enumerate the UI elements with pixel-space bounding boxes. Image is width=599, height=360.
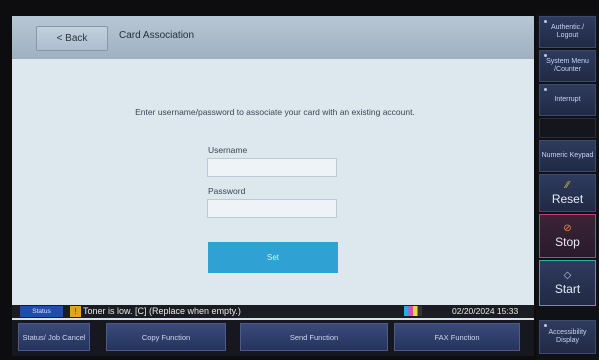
system-menu-label: System Menu /Counter: [546, 58, 589, 73]
status-job-cancel-button[interactable]: Status/ Job Cancel: [18, 323, 90, 351]
hard-key-panel: Authentic./ Logout System Menu /Counter …: [536, 14, 599, 360]
interrupt-key[interactable]: Interrupt: [539, 84, 596, 116]
start-icon: ◇: [563, 269, 572, 281]
reset-label: Reset: [551, 191, 584, 206]
touch-screen: < Back Card Association Enter username/p…: [12, 16, 534, 330]
copy-function-button[interactable]: Copy Function: [106, 323, 226, 351]
card-association-form: Enter username/password to associate you…: [12, 59, 534, 313]
start-label: Start: [554, 281, 581, 296]
set-button[interactable]: Set: [208, 242, 338, 273]
stop-icon: ⊘: [563, 222, 572, 234]
authentication-logout-key[interactable]: Authentic./ Logout: [539, 16, 596, 48]
indicator-led: [544, 88, 547, 91]
toner-warning-icon: !: [70, 306, 81, 317]
back-button[interactable]: < Back: [36, 26, 108, 51]
function-bar: Status/ Job Cancel Copy Function Send Fu…: [12, 320, 534, 356]
system-menu-key[interactable]: System Menu /Counter: [539, 50, 596, 82]
start-key[interactable]: ◇ Start: [539, 260, 596, 306]
reset-key[interactable]: ∕∕ Reset: [539, 174, 596, 212]
status-bar: Status ! Toner is low. [C] (Replace when…: [12, 305, 534, 318]
authentication-logout-label: Authentic./ Logout: [550, 24, 585, 39]
blank-key: [539, 118, 596, 138]
indicator-led: [544, 54, 547, 57]
indicator-led: [544, 20, 547, 23]
password-field[interactable]: [207, 199, 337, 218]
stop-label: Stop: [555, 234, 580, 249]
reset-icon: ∕∕: [565, 179, 570, 191]
date-time: 02/20/2024 15:33: [452, 306, 519, 316]
interrupt-label: Interrupt: [554, 96, 581, 103]
username-label: Username: [208, 145, 248, 155]
send-function-button[interactable]: Send Function: [240, 323, 388, 351]
numeric-keypad-label: Numeric Keypad: [541, 152, 594, 159]
stop-key[interactable]: ⊘ Stop: [539, 214, 596, 258]
accessibility-display-key[interactable]: Accessibility Display: [539, 320, 596, 354]
status-message: Toner is low. [C] (Replace when empty.): [83, 306, 241, 316]
toner-level-icon: [404, 306, 422, 316]
fax-function-button[interactable]: FAX Function: [394, 323, 520, 351]
accessibility-display-label: Accessibility Display: [548, 329, 587, 344]
instructions-text: Enter username/password to associate you…: [135, 107, 415, 117]
indicator-led: [544, 324, 547, 327]
password-label: Password: [208, 186, 246, 196]
status-tag[interactable]: Status: [20, 306, 63, 317]
numeric-keypad-key[interactable]: Numeric Keypad: [539, 140, 596, 172]
page-title: Card Association: [119, 30, 195, 41]
title-bar: < Back Card Association: [12, 16, 534, 59]
username-field[interactable]: [207, 158, 337, 177]
